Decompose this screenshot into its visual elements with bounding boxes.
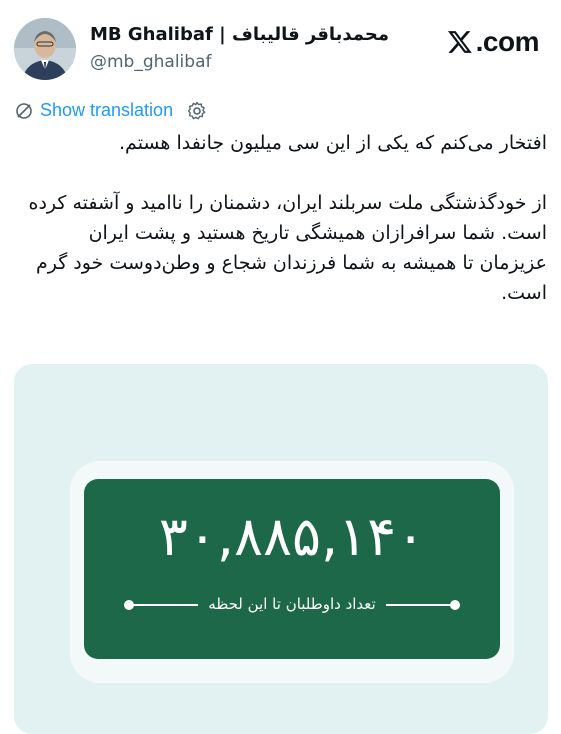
display-name[interactable]: MB Ghalibaf | محمدباقر قالیباف [90,24,389,45]
avatar[interactable] [14,18,76,80]
avatar-image [14,18,76,80]
volunteer-counter-value: ۳۰,۸۸۵,۱۴۰ [158,505,426,568]
x-logo-icon [447,31,472,53]
gear-icon[interactable] [187,101,207,121]
counter-plate-frame: ۳۰,۸۸۵,۱۴۰ تعداد داوطلبان تا این لحظه [70,461,514,683]
tweet-header: MB Ghalibaf | محمدباقر قالیباف @mb_ghali… [0,0,561,90]
translate-icon[interactable] [14,101,34,121]
x-com-logo: .com [446,26,540,58]
counter-plate: ۳۰,۸۸۵,۱۴۰ تعداد داوطلبان تا این لحظه [84,479,500,659]
translation-row: Show translation [14,100,207,121]
volunteer-counter-label: تعداد داوطلبان تا این لحظه [208,595,376,613]
show-translation-link[interactable]: Show translation [40,100,173,121]
tweet-media-card[interactable]: ۳۰,۸۸۵,۱۴۰ تعداد داوطلبان تا این لحظه [14,364,548,734]
tweet-text: افتخار می‌کنم که یکی از این سی میلیون جا… [28,132,547,304]
user-handle[interactable]: @mb_ghalibaf [90,52,211,72]
site-domain-text: .com [475,26,540,57]
